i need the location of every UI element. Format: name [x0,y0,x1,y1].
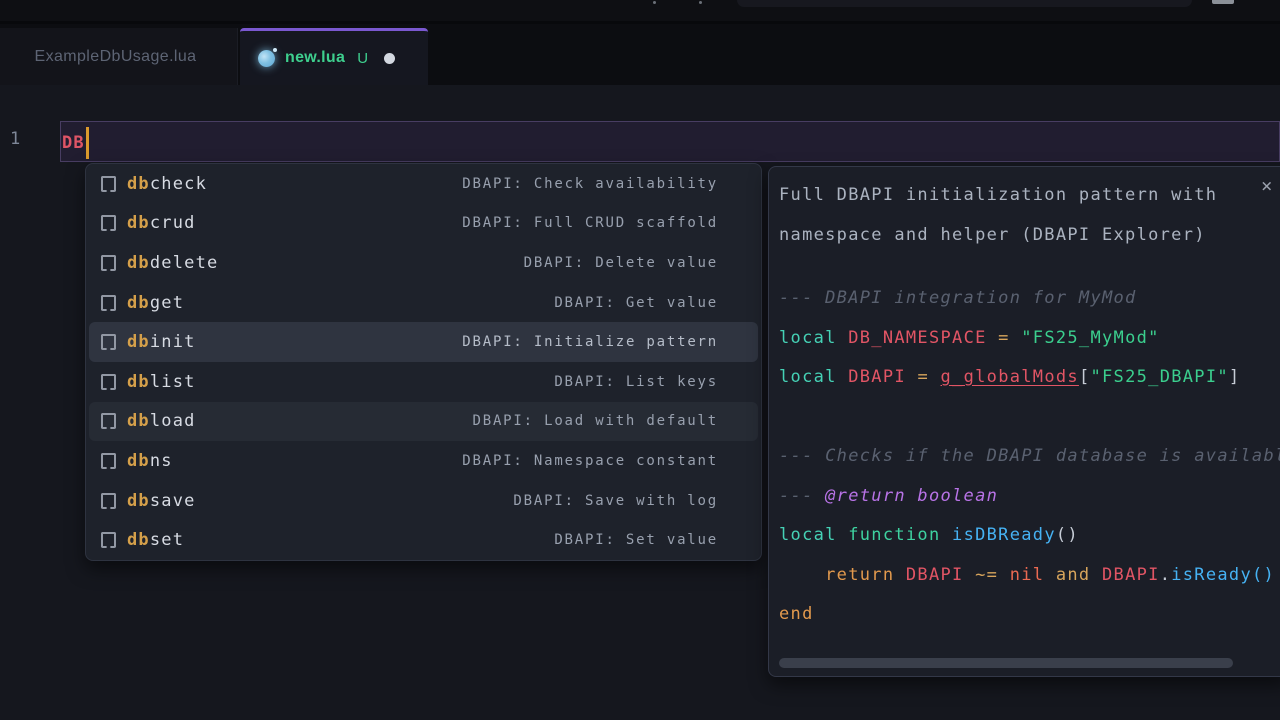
titlebar [0,0,1280,24]
suggest-item-dbinit[interactable]: dbinit DBAPI: Initialize pattern [89,322,758,362]
command-center-box[interactable] [737,0,1192,7]
suggest-item-description: DBAPI: Initialize pattern [462,334,718,350]
suggest-item-description: DBAPI: Save with log [513,493,718,509]
close-icon[interactable]: × [1261,177,1272,196]
suggest-item-label: dbload [127,411,196,431]
snippet-icon [101,295,116,311]
suggest-item-dbdelete[interactable]: dbdelete DBAPI: Delete value [89,243,758,283]
snippet-icon [101,374,116,390]
suggest-item-label: dbget [127,293,184,313]
suggest-item-dblist[interactable]: dblist DBAPI: List keys [89,362,758,402]
snippet-icon [101,532,116,548]
snippet-icon [101,493,116,509]
docs-code-line: --- @return boolean [779,477,1280,517]
suggest-item-dbsave[interactable]: dbsave DBAPI: Save with log [89,481,758,521]
suggest-item-description: DBAPI: Full CRUD scaffold [462,215,718,231]
suggest-item-description: DBAPI: List keys [554,374,718,390]
current-line-highlight [60,121,1280,162]
docs-summary: Full DBAPI initialization pattern with n… [779,175,1280,255]
suggest-item-label: dbns [127,451,173,471]
tab-label: ExampleDbUsage.lua [35,48,197,66]
suggest-item-dbcheck[interactable]: dbcheck DBAPI: Check availability [89,164,758,204]
unsaved-changes-dot[interactable] [384,53,395,64]
docs-code-line: return DBAPI ~= nil and DBAPI.isReady() [779,556,1280,596]
suggest-item-label: dbdelete [127,253,218,273]
suggest-item-description: DBAPI: Set value [554,532,718,548]
tab-exampledbusage-lua[interactable]: ExampleDbUsage.lua [0,28,238,85]
suggest-item-label: dbset [127,530,184,550]
suggest-item-label: dbcrud [127,213,196,233]
suggest-item-dbget[interactable]: dbget DBAPI: Get value [89,283,758,323]
titlebar-glyph-dot [653,1,656,4]
tab-label: new.lua [285,49,345,67]
docs-code-line: end [779,595,1280,635]
suggest-item-label: dbcheck [127,174,207,194]
suggest-docs-panel: Full DBAPI initialization pattern with n… [768,166,1280,677]
docs-horizontal-scrollbar[interactable] [779,658,1233,668]
tab-new-lua[interactable]: new.lua U [240,28,428,85]
snippet-icon [101,413,116,429]
suggest-item-label: dbinit [127,332,196,352]
docs-code-line [779,398,1280,438]
suggest-item-dbset[interactable]: dbset DBAPI: Set value [89,520,758,560]
suggest-item-dbcrud[interactable]: dbcrud DBAPI: Full CRUD scaffold [89,204,758,244]
snippet-icon [101,176,116,192]
code-line-1: DB [62,126,89,159]
lua-moon-icon [258,50,275,67]
docs-code-line: local function isDBReady() [779,516,1280,556]
suggest-item-description: DBAPI: Get value [554,295,718,311]
docs-code-line: local DBAPI = g_globalMods["FS25_DBAPI"] [779,358,1280,398]
suggest-item-description: DBAPI: Delete value [524,255,718,271]
docs-code-line [779,255,1280,279]
suggest-item-description: DBAPI: Namespace constant [462,453,718,469]
text-cursor [86,127,89,159]
lua-moon-satellite-icon [273,48,277,52]
titlebar-glyph-dot [699,1,702,4]
suggest-item-description: DBAPI: Load with default [473,413,719,429]
git-untracked-badge: U [357,50,368,67]
suggest-item-label: dbsave [127,491,196,511]
suggest-widget: dbcheck DBAPI: Check availability dbcrud DB… [85,163,762,561]
snippet-icon [101,255,116,271]
snippet-icon [101,334,116,350]
typed-text: DB [62,133,85,153]
docs-summary-line: namespace and helper (DBAPI Explorer) [779,215,1280,255]
suggest-list: dbcheck DBAPI: Check availability dbcrud DB… [86,164,761,560]
docs-code-line: local DB_NAMESPACE = "FS25_MyMod" [779,319,1280,359]
docs-code-line: --- DBAPI integration for MyMod [779,279,1280,319]
suggest-item-dbload[interactable]: dbload DBAPI: Load with default [89,402,758,442]
snippet-icon [101,215,116,231]
tab-bar: ExampleDbUsage.lua new.lua U [0,24,1280,85]
snippet-icon [101,453,116,469]
suggest-item-label: dblist [127,372,196,392]
docs-code: --- DBAPI integration for MyModlocal DB_… [779,255,1280,635]
docs-code-line: --- Checks if the DBAPI database is avai… [779,437,1280,477]
suggest-item-description: DBAPI: Check availability [462,176,718,192]
suggest-item-dbns[interactable]: dbns DBAPI: Namespace constant [89,441,758,481]
line-number: 1 [10,129,20,149]
window-control-icon[interactable] [1212,0,1234,4]
docs-summary-line: Full DBAPI initialization pattern with [779,175,1280,215]
